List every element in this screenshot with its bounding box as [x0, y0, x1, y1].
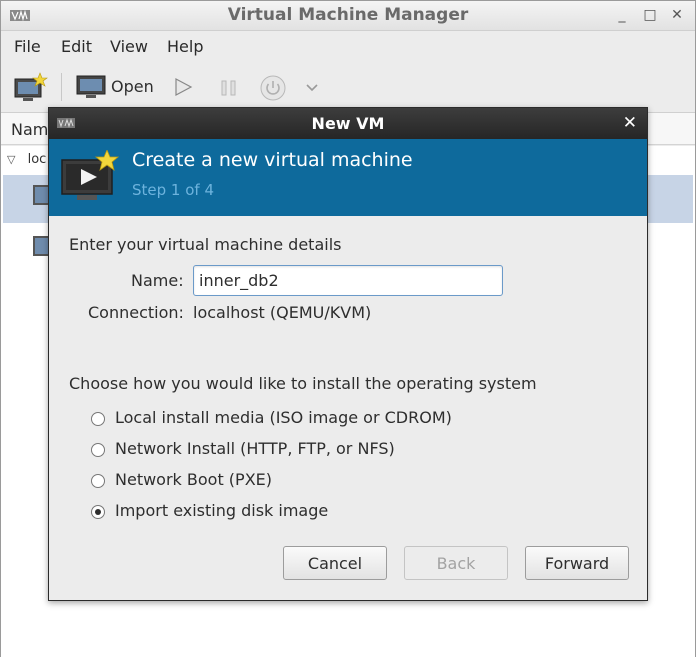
install-section-title: Choose how you would like to install the…	[69, 374, 537, 393]
new-vm-button[interactable]	[13, 71, 49, 103]
connection-value: localhost (QEMU/KVM)	[193, 303, 372, 322]
vm-name-input[interactable]	[193, 265, 503, 296]
radio-label[interactable]: Local install media (ISO image or CDROM)	[115, 408, 452, 427]
dialog-banner: Create a new virtual machine Step 1 of 4	[49, 139, 647, 216]
menubar: File Edit View Help	[1, 31, 695, 61]
forward-button[interactable]: Forward	[525, 546, 629, 580]
radio-button[interactable]	[91, 443, 105, 457]
dialog-titlebar: New VM ✕	[49, 108, 647, 139]
name-column-header[interactable]: Nam	[11, 120, 48, 139]
open-button[interactable]: Open	[111, 77, 154, 96]
banner-heading: Create a new virtual machine	[132, 149, 413, 171]
toolbar: Open	[1, 61, 695, 113]
pause-icon[interactable]	[220, 79, 238, 101]
maximize-button[interactable]: □	[641, 6, 659, 24]
back-button[interactable]: Back	[404, 546, 508, 580]
open-monitor-icon[interactable]	[76, 75, 108, 101]
dialog-title: New VM	[311, 114, 385, 133]
close-window-button[interactable]: ✕	[668, 6, 686, 24]
name-label: Name:	[131, 271, 184, 290]
main-titlebar: Virtual Machine Manager _ □ ✕	[1, 1, 695, 31]
new-vm-dialog: New VM ✕ Create a new virtual machine St…	[48, 107, 648, 601]
menu-view[interactable]: View	[110, 37, 148, 56]
radio-button[interactable]	[91, 412, 105, 426]
menu-help[interactable]: Help	[167, 37, 203, 56]
chevron-down-icon[interactable]	[304, 79, 320, 99]
connection-row-label: loc	[27, 152, 47, 167]
radio-button-checked[interactable]	[91, 505, 105, 519]
connection-row[interactable]: ▽ loc	[7, 152, 46, 167]
minimize-button[interactable]: _	[613, 6, 631, 24]
banner-step: Step 1 of 4	[132, 181, 215, 199]
shutdown-icon[interactable]	[259, 74, 287, 106]
expander-arrow-icon[interactable]: ▽	[7, 153, 15, 166]
new-vm-icon	[14, 72, 48, 101]
run-icon[interactable]	[173, 77, 193, 101]
menu-edit[interactable]: Edit	[61, 37, 92, 56]
cancel-button[interactable]: Cancel	[283, 546, 387, 580]
main-window-title: Virtual Machine Manager	[227, 5, 469, 25]
menu-file[interactable]: File	[14, 37, 41, 56]
new-vm-icon	[61, 150, 120, 200]
details-section-title: Enter your virtual machine details	[69, 235, 342, 254]
radio-label[interactable]: Network Install (HTTP, FTP, or NFS)	[115, 439, 395, 458]
radio-label[interactable]: Network Boot (PXE)	[115, 470, 272, 489]
connection-label: Connection:	[88, 303, 184, 322]
toolbar-separator	[61, 73, 62, 101]
radio-button[interactable]	[91, 474, 105, 488]
radio-label[interactable]: Import existing disk image	[115, 501, 328, 520]
dialog-close-button[interactable]: ✕	[623, 113, 637, 133]
